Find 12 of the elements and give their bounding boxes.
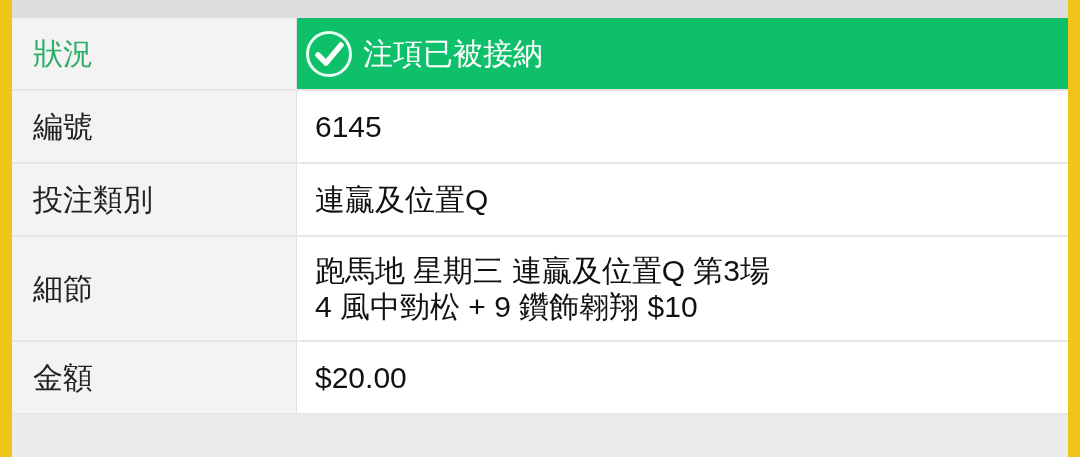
row-value: 跑馬地 星期三 連贏及位置Q 第3場 — [315, 253, 772, 289]
row-label: 投注類別 — [12, 164, 297, 235]
check-circle-icon — [305, 29, 353, 78]
row-value: $20.00 — [315, 359, 408, 396]
status-text: 注項已被接納 — [363, 36, 543, 72]
row-label: 編號 — [12, 91, 297, 162]
row-label: 細節 — [12, 237, 297, 340]
row-value: 連贏及位置Q — [315, 181, 490, 218]
row-label: 金額 — [12, 342, 297, 413]
row-value: 6145 — [315, 108, 383, 145]
row-label: 狀況 — [12, 18, 297, 89]
row-value: 4 風中勁松 + 9 鑽飾翱翔 $10 — [315, 289, 699, 325]
